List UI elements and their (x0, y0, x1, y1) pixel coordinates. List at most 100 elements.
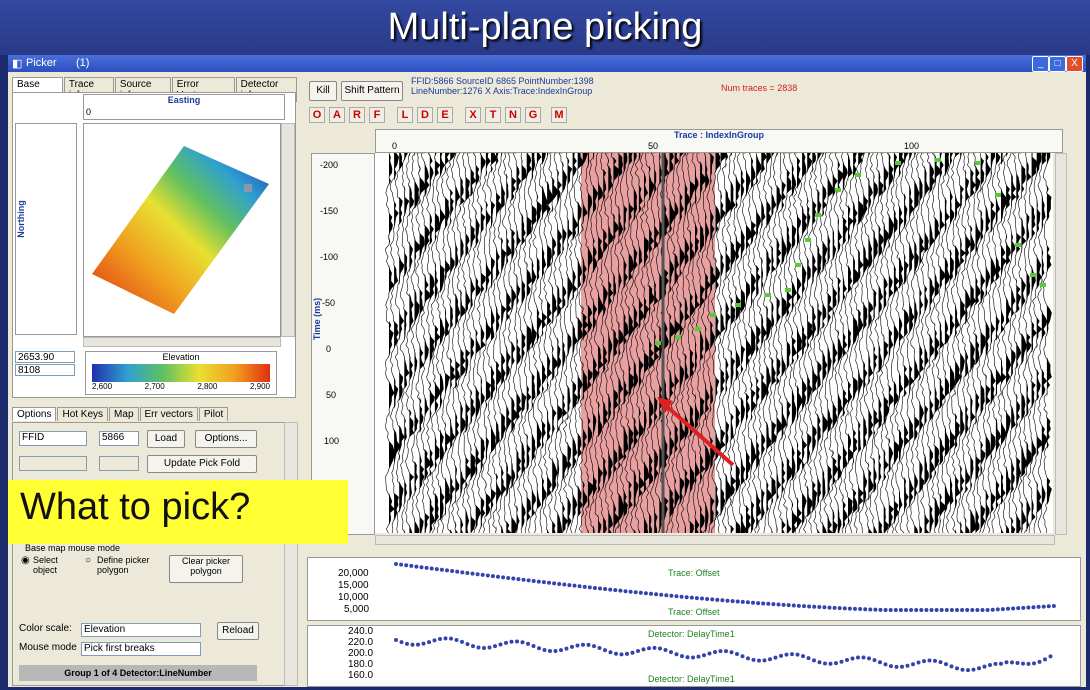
tab-pilot[interactable]: Pilot (198, 407, 229, 421)
delay-point (900, 664, 904, 669)
delay-point (735, 652, 739, 657)
kill-button[interactable]: Kill (309, 81, 337, 101)
offset-point (521, 577, 526, 582)
delay-point (949, 664, 954, 669)
wiggle-fill (740, 153, 747, 533)
wiggle-fill (924, 153, 930, 533)
first-break-pick (795, 263, 801, 267)
tool-g-button[interactable]: G (525, 107, 541, 123)
delay-point (1004, 660, 1009, 665)
delay-point (515, 639, 519, 644)
offset-point (598, 586, 602, 591)
tool-a-button[interactable]: A (329, 107, 345, 123)
delay-point (806, 656, 811, 661)
options-button[interactable]: Options... (195, 430, 257, 448)
delay-tick-200: 200.0 (348, 648, 374, 659)
mouse-mode-select[interactable]: Pick first breaks (81, 642, 201, 656)
basemap-canvas[interactable] (83, 123, 281, 337)
update-pick-fold-button[interactable]: Update Pick Fold (147, 455, 257, 473)
tool-x-button[interactable]: X (465, 107, 481, 123)
close-button[interactable]: X (1066, 56, 1083, 72)
offset-point (628, 589, 633, 594)
color-scale-select[interactable]: Elevation (81, 623, 201, 637)
first-break-pick (1015, 243, 1021, 247)
offset-point (694, 596, 699, 601)
shift-pattern-button[interactable]: Shift Pattern (341, 81, 403, 101)
clear-picker-polygon-button[interactable]: Clear picker polygon (169, 555, 243, 583)
seismic-vscroll[interactable] (1055, 153, 1067, 535)
delay-point (999, 661, 1003, 666)
offset-point (730, 599, 735, 604)
wiggle-fill (990, 153, 997, 533)
tool-m-button[interactable]: M (551, 107, 567, 123)
delay-point (647, 646, 651, 651)
seismic-wiggles (384, 153, 1052, 533)
seismic-area: Trace : IndexInGroup 0 50 100 -200 -150 … (307, 127, 1081, 551)
offset-point (873, 607, 878, 612)
minimize-button[interactable]: _ (1032, 56, 1049, 72)
ffid-value-input[interactable]: 5866 (99, 431, 139, 446)
tab-map[interactable]: Map (109, 407, 139, 421)
basemap-hscroll[interactable] (83, 337, 281, 347)
offset-point (919, 608, 924, 612)
delay-point (575, 643, 580, 648)
offset-point (710, 597, 715, 602)
delay-point (927, 658, 932, 663)
offset-point (429, 566, 434, 571)
ffid-select[interactable]: FFID (19, 431, 87, 446)
tab-options[interactable]: Options (12, 407, 57, 421)
tool-f-button[interactable]: F (369, 107, 385, 123)
offset-curve (394, 562, 1056, 612)
tool-l-button[interactable]: L (397, 107, 413, 123)
offset-point (751, 600, 755, 605)
offset-point (684, 595, 689, 600)
basemap-vscroll[interactable] (281, 123, 295, 337)
options-vscroll[interactable] (284, 422, 298, 686)
delay-point (471, 644, 475, 649)
tool-d-button[interactable]: D (417, 107, 433, 123)
radio-select[interactable]: ◉ (21, 555, 30, 566)
offset-point (633, 590, 638, 595)
tick-2600: 2,600 (92, 382, 113, 391)
offset-point (1021, 605, 1026, 610)
delay-point (762, 658, 767, 663)
delay-point (498, 642, 503, 647)
delay-point (801, 654, 805, 659)
colorbar-ticks: 2,600 2,700 2,800 2,900 (92, 382, 270, 391)
load-button[interactable]: Load (147, 430, 185, 448)
tool-r-button[interactable]: R (349, 107, 365, 123)
window-title: Picker (26, 57, 57, 69)
seismic-hscroll[interactable] (375, 535, 1055, 545)
offset-point (394, 562, 398, 566)
radio-define[interactable]: ○ (85, 555, 91, 566)
offset-point (1026, 605, 1031, 610)
maximize-button[interactable]: □ (1049, 56, 1066, 72)
tool-o-button[interactable]: O (309, 107, 325, 123)
delay-point (410, 642, 415, 647)
offset-point (1041, 604, 1046, 609)
tool-t-button[interactable]: T (485, 107, 501, 123)
delay-point (757, 658, 761, 663)
tab-hot-keys[interactable]: Hot Keys (57, 407, 109, 421)
tool-e-button[interactable]: E (437, 107, 453, 123)
delay-point (790, 652, 794, 657)
tool-n-button[interactable]: N (505, 107, 521, 123)
seismic-canvas[interactable] (375, 153, 1053, 533)
left-panel: Base map Trace info Source info Error Ve… (8, 73, 298, 687)
delay-point (641, 647, 646, 652)
wiggle-fill (909, 153, 915, 533)
offset-point (424, 565, 429, 570)
offset-point (745, 600, 750, 605)
offset-point (689, 595, 694, 600)
tab-err-vectors[interactable]: Err vectors (139, 407, 198, 421)
offset-point (1031, 605, 1036, 610)
delay-point (680, 654, 684, 659)
x-tick-100: 100 (904, 141, 920, 151)
offset-point (501, 575, 506, 580)
y-tick-neg100: -100 (320, 252, 339, 262)
delay-point (861, 655, 866, 660)
wiggle-fill (485, 153, 492, 533)
blank-field-1 (19, 456, 87, 471)
delay-point (960, 667, 965, 672)
reload-button[interactable]: Reload (217, 622, 259, 640)
